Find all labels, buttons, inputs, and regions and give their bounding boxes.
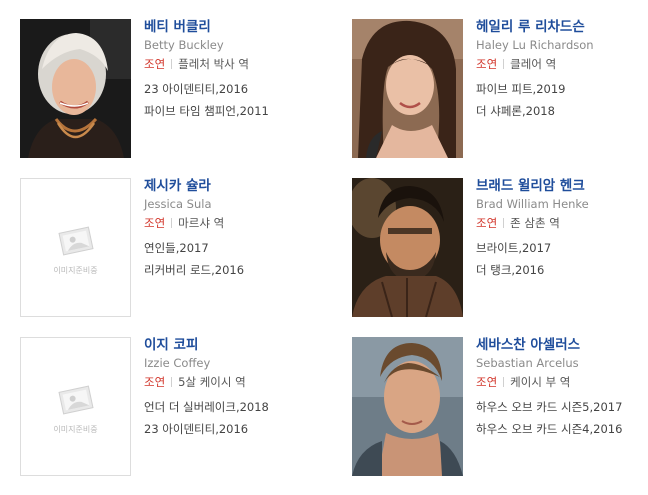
cast-card: 세바스찬 아셀러스 Sebastian Arcelus 조연 케이시 부 역 하우… bbox=[352, 337, 648, 477]
role-line: 조연 케이시 부 역 bbox=[476, 375, 648, 389]
role-type: 조연 bbox=[144, 375, 166, 389]
role-name: 클레어 역 bbox=[510, 57, 557, 71]
actor-name-link[interactable]: 헤일리 루 리차드슨 bbox=[476, 19, 648, 35]
cast-card: 베티 버클리 Betty Buckley 조연 플레처 박사 역 23 아이덴티티… bbox=[20, 19, 330, 159]
placeholder-text: 이미지준비중 bbox=[53, 266, 98, 275]
actor-info: 베티 버클리 Betty Buckley 조연 플레처 박사 역 23 아이덴티티… bbox=[144, 19, 334, 126]
role-divider bbox=[171, 218, 173, 228]
portrait-image bbox=[352, 19, 463, 158]
role-line: 조연 5살 케이시 역 bbox=[144, 375, 334, 389]
placeholder-text: 이미지준비중 bbox=[53, 425, 98, 434]
portrait-image bbox=[352, 337, 463, 476]
role-type: 조연 bbox=[476, 216, 498, 230]
filmography-list: 언더 더 실버레이크,2018 23 아이덴티티,2016 bbox=[144, 400, 334, 436]
role-divider bbox=[503, 377, 505, 387]
filmography-item[interactable]: 리커버리 로드,2016 bbox=[144, 263, 334, 277]
filmography-item[interactable]: 더 샤페론,2018 bbox=[476, 104, 648, 118]
actor-info: 이지 코피 Izzie Coffey 조연 5살 케이시 역 언더 더 실버레이크… bbox=[144, 337, 334, 444]
actor-name-link[interactable]: 세바스찬 아셀러스 bbox=[476, 337, 648, 353]
actor-photo[interactable] bbox=[352, 178, 463, 317]
actor-name-link[interactable]: 베티 버클리 bbox=[144, 19, 334, 35]
filmography-item[interactable]: 더 탱크,2016 bbox=[476, 263, 648, 277]
actor-name-link[interactable]: 제시카 슐라 bbox=[144, 178, 334, 194]
role-line: 조연 클레어 역 bbox=[476, 57, 648, 71]
actor-english-name: Sebastian Arcelus bbox=[476, 356, 579, 370]
role-name: 플레처 박사 역 bbox=[178, 57, 249, 71]
actor-name-link[interactable]: 이지 코피 bbox=[144, 337, 334, 353]
filmography-item[interactable]: 브라이트,2017 bbox=[476, 241, 648, 255]
cast-card: 브래드 윌리암 헨크 Brad William Henke 조연 존 삼촌 역 브… bbox=[352, 178, 648, 318]
role-type: 조연 bbox=[476, 375, 498, 389]
filmography-list: 하우스 오브 카드 시즌5,2017 하우스 오브 카드 시즌4,2016 bbox=[476, 400, 648, 436]
actor-english-name: Izzie Coffey bbox=[144, 356, 211, 370]
cast-list: 베티 버클리 Betty Buckley 조연 플레처 박사 역 23 아이덴티티… bbox=[0, 0, 648, 495]
filmography-item[interactable]: 연인들,2017 bbox=[144, 241, 334, 255]
filmography-list: 파이브 피트,2019 더 샤페론,2018 bbox=[476, 82, 648, 118]
actor-photo[interactable] bbox=[20, 19, 131, 158]
role-divider bbox=[171, 377, 173, 387]
role-line: 조연 존 삼촌 역 bbox=[476, 216, 648, 230]
role-divider bbox=[171, 59, 173, 69]
actor-name-link[interactable]: 브래드 윌리암 헨크 bbox=[476, 178, 648, 194]
actor-photo-placeholder[interactable]: 이미지준비중 bbox=[20, 337, 131, 476]
portrait-image bbox=[352, 178, 463, 317]
actor-photo[interactable] bbox=[352, 337, 463, 476]
actor-info: 브래드 윌리암 헨크 Brad William Henke 조연 존 삼촌 역 브… bbox=[476, 178, 648, 285]
role-divider bbox=[503, 59, 505, 69]
role-name: 5살 케이시 역 bbox=[178, 375, 246, 389]
image-placeholder-icon bbox=[58, 226, 94, 256]
role-line: 조연 플레처 박사 역 bbox=[144, 57, 334, 71]
role-type: 조연 bbox=[144, 216, 166, 230]
cast-card: 이미지준비중 제시카 슐라 Jessica Sula 조연 마르샤 역 연인들,2… bbox=[20, 178, 330, 318]
actor-english-name: Jessica Sula bbox=[144, 197, 212, 211]
filmography-list: 연인들,2017 리커버리 로드,2016 bbox=[144, 241, 334, 277]
actor-info: 세바스찬 아셀러스 Sebastian Arcelus 조연 케이시 부 역 하우… bbox=[476, 337, 648, 444]
filmography-item[interactable]: 23 아이덴티티,2016 bbox=[144, 82, 334, 96]
filmography-item[interactable]: 하우스 오브 카드 시즌4,2016 bbox=[476, 422, 648, 436]
actor-english-name: Brad William Henke bbox=[476, 197, 589, 211]
actor-english-name: Haley Lu Richardson bbox=[476, 38, 594, 52]
filmography-item[interactable]: 23 아이덴티티,2016 bbox=[144, 422, 334, 436]
actor-photo[interactable] bbox=[352, 19, 463, 158]
role-name: 마르샤 역 bbox=[178, 216, 225, 230]
filmography-item[interactable]: 파이브 피트,2019 bbox=[476, 82, 648, 96]
portrait-image bbox=[20, 19, 131, 158]
filmography-list: 브라이트,2017 더 탱크,2016 bbox=[476, 241, 648, 277]
actor-photo-placeholder[interactable]: 이미지준비중 bbox=[20, 178, 131, 317]
role-type: 조연 bbox=[144, 57, 166, 71]
cast-card: 헤일리 루 리차드슨 Haley Lu Richardson 조연 클레어 역 파… bbox=[352, 19, 648, 159]
cast-card: 이미지준비중 이지 코피 Izzie Coffey 조연 5살 케이시 역 언더 … bbox=[20, 337, 330, 477]
image-placeholder-icon bbox=[58, 385, 94, 415]
role-line: 조연 마르샤 역 bbox=[144, 216, 334, 230]
actor-english-name: Betty Buckley bbox=[144, 38, 224, 52]
actor-info: 헤일리 루 리차드슨 Haley Lu Richardson 조연 클레어 역 파… bbox=[476, 19, 648, 126]
filmography-item[interactable]: 하우스 오브 카드 시즌5,2017 bbox=[476, 400, 648, 414]
actor-info: 제시카 슐라 Jessica Sula 조연 마르샤 역 연인들,2017 리커버… bbox=[144, 178, 334, 285]
role-name: 케이시 부 역 bbox=[510, 375, 571, 389]
filmography-item[interactable]: 언더 더 실버레이크,2018 bbox=[144, 400, 334, 414]
role-divider bbox=[503, 218, 505, 228]
filmography-list: 23 아이덴티티,2016 파이브 타임 챔피언,2011 bbox=[144, 82, 334, 118]
role-name: 존 삼촌 역 bbox=[510, 216, 560, 230]
filmography-item[interactable]: 파이브 타임 챔피언,2011 bbox=[144, 104, 334, 118]
role-type: 조연 bbox=[476, 57, 498, 71]
